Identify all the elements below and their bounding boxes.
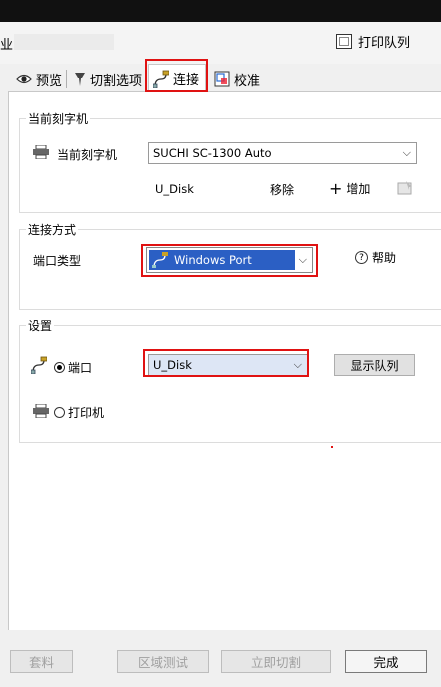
plug-icon	[153, 70, 169, 88]
cutter-port-name: U_Disk	[155, 182, 194, 196]
help-button[interactable]: ? 帮助	[355, 249, 396, 266]
cutter-device-value: SUCHI SC-1300 Auto	[153, 146, 272, 160]
tab-strip: 预览 切割选项 连接 校准	[0, 64, 441, 92]
cutter-icon	[33, 145, 49, 159]
calibrate-icon	[214, 71, 230, 87]
group-current-cutter-title: 当前刻字机	[26, 110, 91, 127]
port-radio-button	[54, 362, 65, 373]
port-radio-label: 端口	[68, 361, 93, 375]
windows-port-icon	[152, 252, 168, 268]
group-connection-title: 连接方式	[26, 221, 79, 238]
help-label: 帮助	[372, 251, 397, 265]
print-queue-button[interactable]: 打印队列	[336, 32, 410, 51]
tab-connect[interactable]: 连接	[148, 64, 206, 92]
window-titlebar	[0, 0, 441, 22]
tab-cut-options[interactable]: 切割选项	[70, 68, 146, 90]
header-fade	[14, 34, 114, 50]
add-button[interactable]: + 增加	[329, 180, 370, 197]
printer-icon	[33, 404, 49, 418]
group-settings: 设置	[19, 317, 441, 443]
plus-icon: +	[329, 178, 343, 198]
remove-button[interactable]: 移除	[270, 181, 294, 198]
port-radio[interactable]: 端口	[54, 359, 92, 376]
cut-now-button[interactable]: 立即切割	[221, 650, 331, 673]
knife-icon	[75, 72, 85, 86]
port-type-value: Windows Port	[174, 253, 252, 267]
port-select-value: U_Disk	[153, 358, 192, 372]
help-icon: ?	[355, 251, 368, 264]
cutter-device-select[interactable]: SUCHI SC-1300 Auto ⌵	[148, 142, 417, 164]
port-type-select[interactable]: Windows Port ⌵	[146, 247, 313, 273]
stray-dot	[331, 446, 333, 448]
port-plug-icon	[31, 356, 47, 374]
chevron-down-icon: ⌵	[293, 358, 302, 371]
tab-preview[interactable]: 预览	[12, 68, 66, 90]
print-queue-label: 打印队列	[358, 36, 411, 51]
tab-calibrate[interactable]: 校准	[210, 68, 264, 90]
print-queue-icon	[336, 34, 352, 49]
area-test-button[interactable]: 区域测试	[117, 650, 209, 673]
printer-radio-label: 打印机	[68, 406, 105, 420]
port-type-label: 端口类型	[33, 254, 82, 268]
chevron-down-icon: ⌵	[402, 146, 411, 159]
group-settings-title: 设置	[26, 317, 55, 334]
header-partial-title: 业	[0, 38, 14, 53]
nesting-button[interactable]: 套料	[10, 650, 73, 673]
done-button[interactable]: 完成	[345, 650, 427, 673]
tab-calibrate-label: 校准	[234, 73, 261, 89]
device-settings-icon[interactable]	[397, 180, 413, 196]
current-cutter-label: 当前刻字机	[57, 148, 118, 162]
header-bar: 业 打印队列	[0, 22, 441, 64]
tab-separator	[66, 70, 67, 88]
printer-radio[interactable]: 打印机	[54, 404, 104, 421]
show-queue-button[interactable]: 显示队列	[334, 354, 415, 376]
printer-radio-button	[54, 407, 65, 418]
tab-preview-label: 预览	[36, 73, 63, 89]
chevron-down-icon: ⌵	[298, 253, 307, 266]
tab-connect-label: 连接	[173, 73, 200, 88]
add-button-label: 增加	[346, 182, 371, 196]
port-select[interactable]: U_Disk ⌵	[148, 354, 308, 376]
tab-cut-options-label: 切割选项	[90, 73, 143, 89]
eye-icon	[16, 74, 32, 84]
port-type-selected-item: Windows Port	[149, 250, 295, 270]
group-current-cutter: 当前刻字机	[19, 110, 441, 213]
footer-bar: 套料 区域测试 立即切割 完成	[0, 630, 441, 687]
connect-panel: 当前刻字机 当前刻字机 SUCHI SC-1300 Auto ⌵ U_Disk …	[8, 91, 441, 631]
